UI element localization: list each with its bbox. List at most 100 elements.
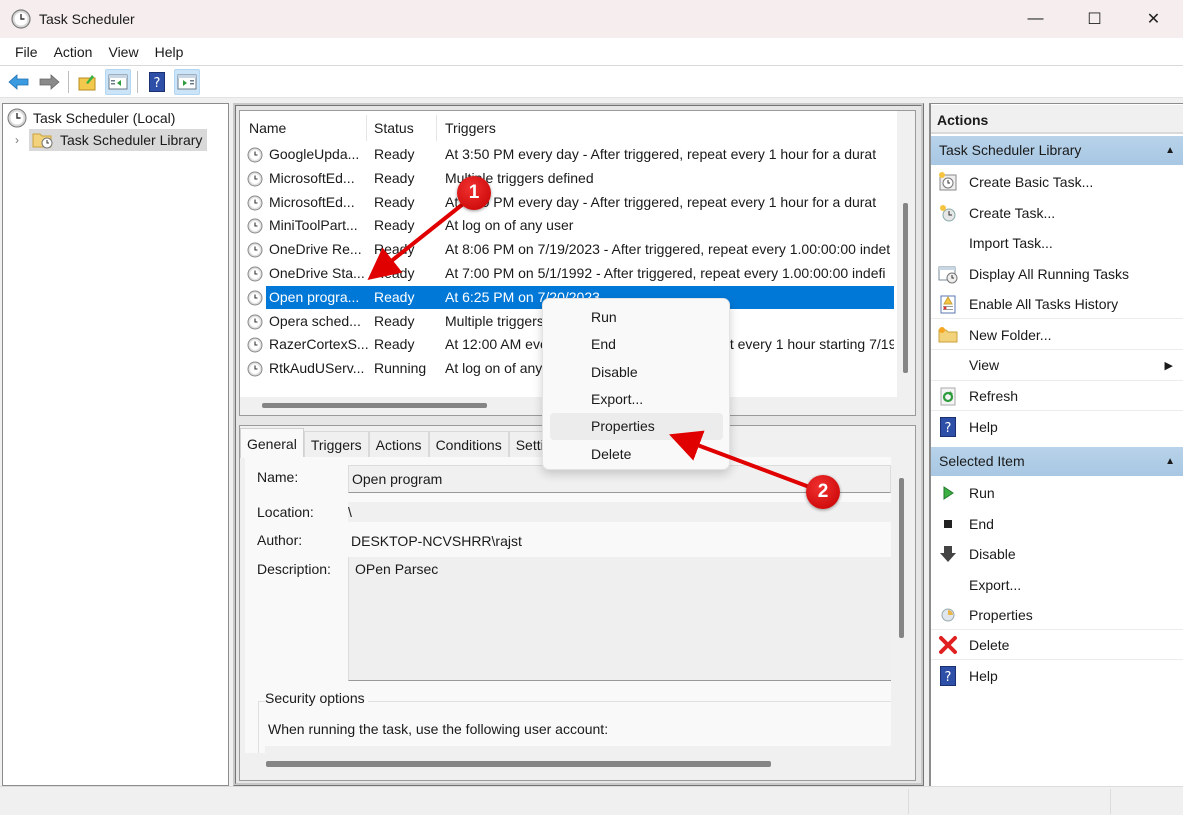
toolbar: ?: [0, 66, 1183, 98]
author-label: Author:: [257, 532, 303, 548]
action-run[interactable]: Run: [931, 478, 1183, 508]
action-refresh[interactable]: Refresh: [931, 381, 1183, 412]
action-enable-all-tasks-history[interactable]: Enable All Tasks History: [931, 289, 1183, 320]
menu-help[interactable]: Help: [147, 44, 192, 60]
action-export[interactable]: Export...: [931, 570, 1183, 600]
task-author-value: DESKTOP-NCVSHRR\rajst: [351, 533, 522, 549]
tab-triggers[interactable]: Triggers: [303, 431, 369, 457]
section-header-label: Task Scheduler Library: [939, 142, 1082, 158]
task-location-value: \: [348, 502, 891, 522]
security-user-account-text: When running the task, use the following…: [268, 721, 609, 737]
task-clock-icon: [247, 266, 263, 282]
column-header-status[interactable]: Status: [374, 111, 414, 145]
context-menu-delete[interactable]: Delete: [550, 441, 723, 468]
tab-general[interactable]: General: [240, 428, 304, 458]
action-label: Create Basic Task...: [969, 174, 1094, 190]
collapse-triangle-icon[interactable]: ▲: [1165, 447, 1175, 476]
context-menu-run[interactable]: Run: [550, 304, 723, 331]
horizontal-scrollbar-thumb[interactable]: [266, 761, 771, 767]
action-create-basic-task[interactable]: Create Basic Task...: [931, 167, 1183, 197]
context-menu-properties[interactable]: Properties: [550, 413, 723, 440]
action-new-folder[interactable]: New Folder...: [931, 320, 1183, 350]
collapse-triangle-icon[interactable]: ▲: [1165, 136, 1175, 165]
vertical-scrollbar-thumb[interactable]: [899, 478, 904, 638]
action-label: Properties: [969, 606, 1033, 623]
context-menu-export[interactable]: Export...: [550, 386, 723, 413]
action-properties[interactable]: Properties: [931, 600, 1183, 630]
location-label: Location:: [257, 504, 314, 520]
task-row[interactable]: MicrosoftEd... Ready Multiple triggers def…: [244, 167, 894, 190]
action-pane-icon: [177, 74, 197, 89]
task-status: Running: [374, 360, 427, 377]
detail-tabs: General Triggers Actions Conditions Sett…: [240, 428, 574, 458]
column-separator[interactable]: [436, 115, 437, 141]
context-menu-disable[interactable]: Disable: [550, 359, 723, 386]
end-icon: [938, 514, 958, 534]
column-header-triggers[interactable]: Triggers: [445, 111, 496, 145]
task-row[interactable]: GoogleUpda... Ready At 3:50 PM every day -…: [244, 143, 894, 166]
task-name: MiniToolPart...: [269, 217, 358, 234]
actions-section-header[interactable]: Selected Item ▲: [931, 447, 1183, 477]
task-trigger: At log on of any user: [445, 217, 574, 234]
refresh-icon: [938, 386, 958, 406]
column-header-name[interactable]: Name: [249, 111, 286, 145]
action-delete[interactable]: Delete: [931, 630, 1183, 661]
tree-item-label: Task Scheduler Library: [60, 132, 203, 148]
task-row[interactable]: MiniToolPart... Ready At log on of any use…: [244, 214, 894, 237]
show-hide-console-tree-button[interactable]: [105, 68, 131, 95]
task-clock-icon: [247, 337, 263, 353]
action-help[interactable]: ? Help: [931, 412, 1183, 442]
disable-icon: [938, 544, 958, 564]
submenu-arrow-icon: ▶: [1164, 359, 1173, 372]
task-name: OneDrive Sta...: [269, 265, 365, 281]
back-button[interactable]: [6, 69, 32, 95]
task-row[interactable]: MicrosoftEd... Ready At 3:20 PM every day …: [244, 191, 894, 214]
close-button[interactable]: ✕: [1124, 0, 1183, 38]
action-help[interactable]: ? Help: [931, 661, 1183, 691]
menu-file[interactable]: File: [7, 44, 46, 60]
folder-clock-icon: [32, 133, 53, 149]
tree-item-task-scheduler-local[interactable]: Task Scheduler (Local): [7, 107, 175, 129]
action-import-task[interactable]: Import Task...: [931, 228, 1183, 258]
delete-icon: [938, 635, 958, 655]
tab-actions[interactable]: Actions: [368, 431, 429, 457]
context-menu-end[interactable]: End: [550, 331, 723, 358]
general-tab-content: Name: Open program Location: \ Author: D…: [245, 457, 891, 764]
minimize-button[interactable]: —: [1006, 0, 1065, 38]
description-label: Description:: [257, 561, 331, 577]
tree-item-task-scheduler-library[interactable]: › Task Scheduler Library: [15, 129, 208, 151]
horizontal-scrollbar-thumb[interactable]: [262, 403, 487, 408]
up-one-level-button[interactable]: [75, 69, 101, 95]
task-status: Ready: [374, 217, 415, 234]
window-controls: — ☐ ✕: [1006, 0, 1183, 38]
maximize-button[interactable]: ☐: [1065, 0, 1124, 38]
task-name: MicrosoftEd...: [269, 169, 355, 186]
menu-action[interactable]: Action: [46, 44, 101, 60]
actions-section-header[interactable]: Task Scheduler Library ▲: [931, 136, 1183, 165]
status-bar-divider: [1110, 789, 1111, 814]
help-toolbar-button[interactable]: ?: [144, 69, 170, 95]
action-disable[interactable]: Disable: [931, 539, 1183, 569]
task-row[interactable]: OneDrive Sta... Ready At 7:00 PM on 5/1/19…: [244, 262, 894, 285]
action-create-task[interactable]: Create Task...: [931, 198, 1183, 228]
vertical-scrollbar-thumb[interactable]: [903, 203, 908, 373]
task-row[interactable]: OneDrive Re... Ready At 8:06 PM on 7/19/20…: [244, 238, 894, 261]
forward-button[interactable]: [36, 69, 62, 95]
menu-view[interactable]: View: [100, 44, 146, 60]
column-separator[interactable]: [366, 115, 367, 141]
properties-icon: [938, 605, 958, 625]
tab-conditions[interactable]: Conditions: [428, 431, 509, 457]
task-clock-icon: [247, 314, 263, 330]
show-hide-action-pane-button[interactable]: [174, 68, 200, 95]
action-label: New Folder...: [969, 326, 1052, 343]
task-clock-icon: [247, 195, 263, 211]
chevron-right-icon[interactable]: ›: [15, 133, 29, 147]
action-view[interactable]: View ▶: [931, 351, 1183, 381]
action-end[interactable]: End: [931, 509, 1183, 539]
help-icon: ?: [938, 665, 958, 686]
blank-icon: [938, 355, 958, 375]
action-label: Refresh: [969, 387, 1019, 404]
action-display-all-running-tasks[interactable]: Display All Running Tasks: [931, 259, 1183, 289]
action-label: Delete: [969, 636, 1010, 653]
task-description-field[interactable]: OPen Parsec: [348, 557, 891, 681]
